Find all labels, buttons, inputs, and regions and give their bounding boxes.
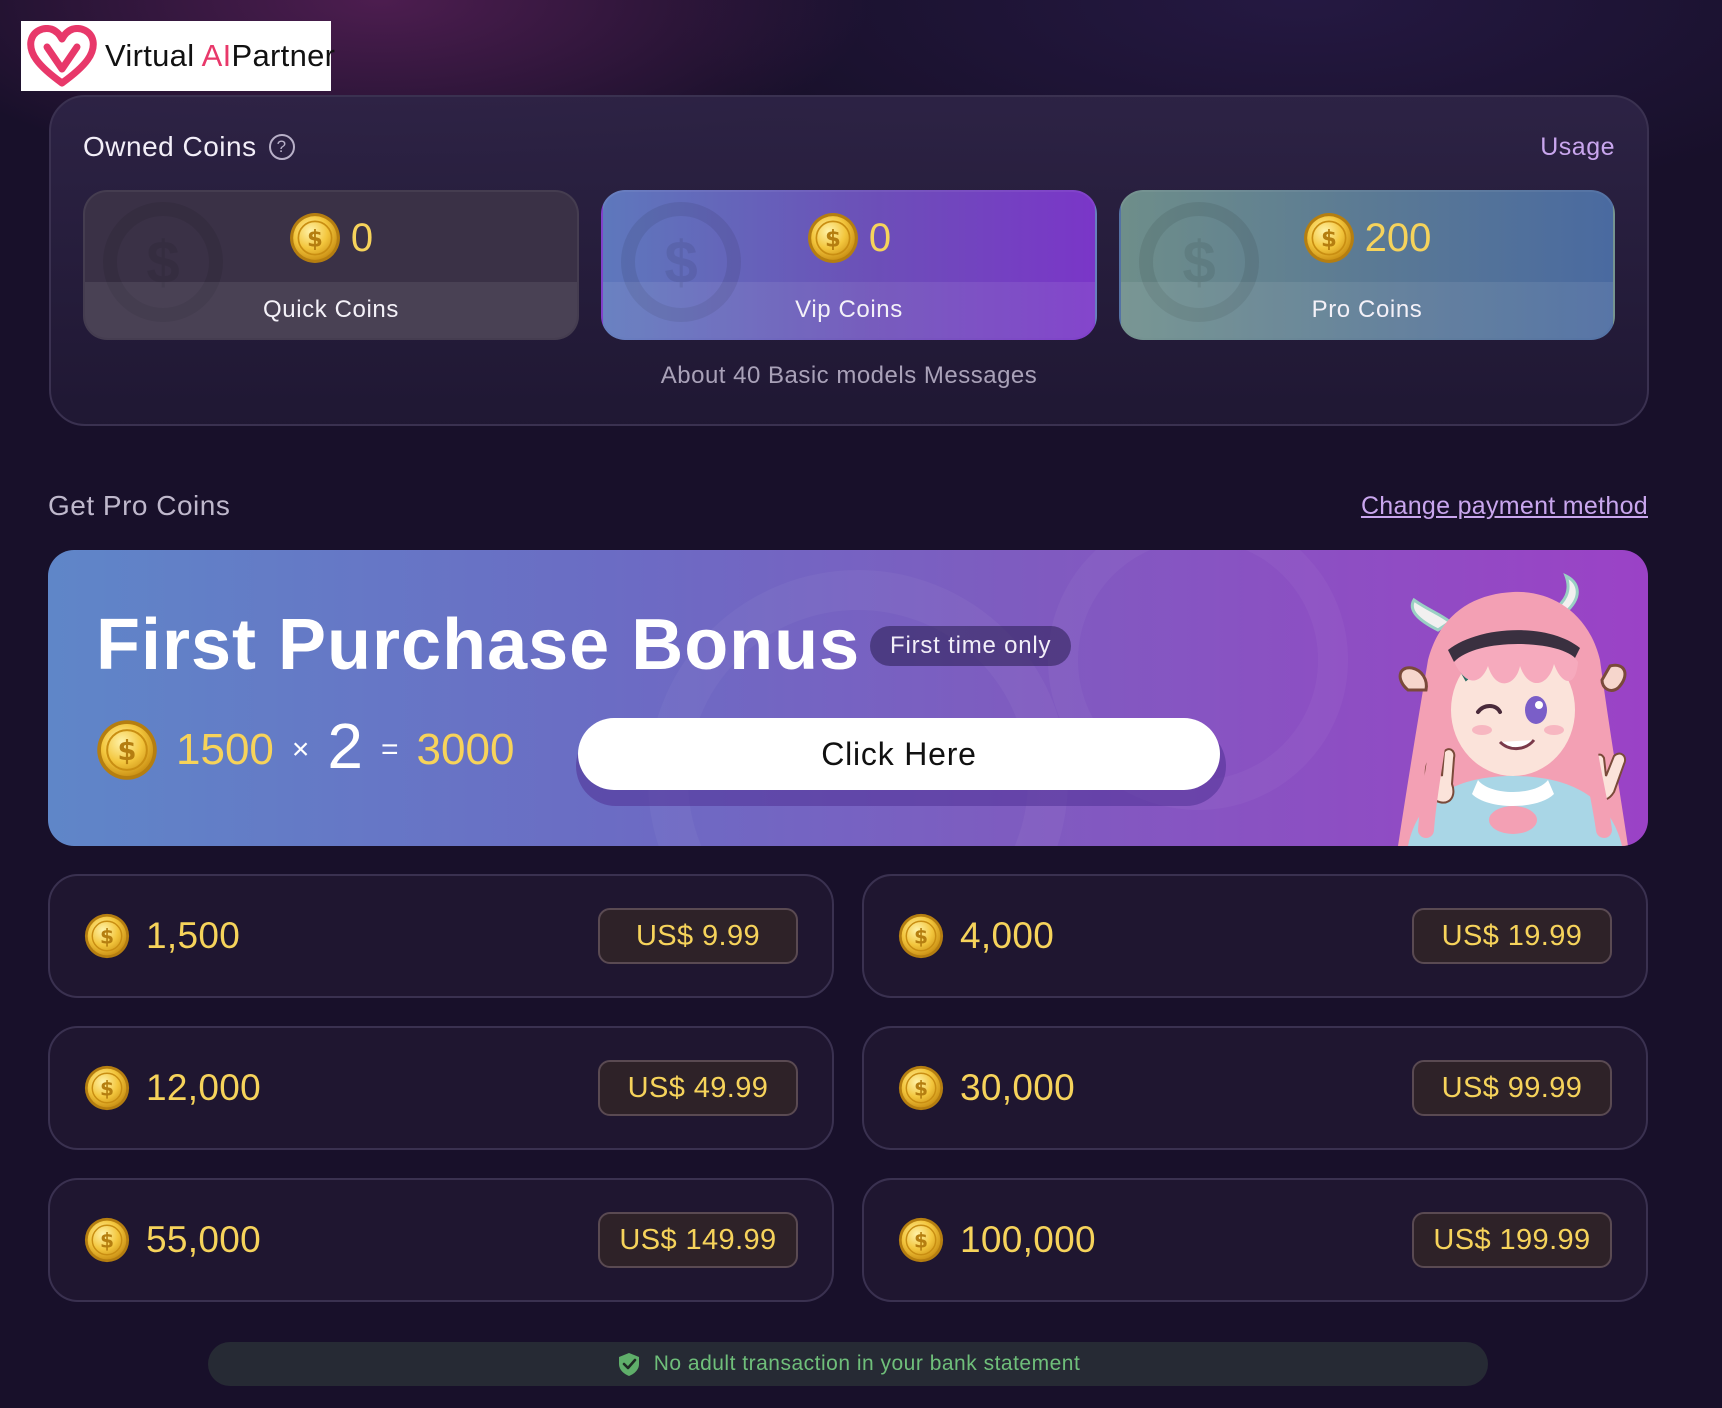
coin-package-55000[interactable]: 55,000 US$ 149.99	[48, 1178, 834, 1302]
package-price-button[interactable]: US$ 99.99	[1412, 1060, 1612, 1116]
coin-package-100000[interactable]: 100,000 US$ 199.99	[862, 1178, 1648, 1302]
times-sign: ×	[291, 733, 310, 766]
vip-coins-amount: 0	[868, 215, 892, 260]
help-icon[interactable]: ?	[268, 134, 295, 160]
coin-icon	[898, 1065, 944, 1111]
owned-coins-note: About 40 Basic models Messages	[660, 362, 1038, 389]
pro-coins-card[interactable]: $ 200 Pro Coins	[1119, 190, 1615, 340]
pro-coins-amount: 200	[1364, 215, 1432, 260]
pro-coins-label: Pro Coins	[1121, 282, 1613, 338]
get-pro-coins-title: Get Pro Coins	[48, 490, 231, 521]
coin-icon	[898, 1217, 944, 1263]
quick-coins-amount: 0	[350, 215, 374, 260]
coin-package-1500[interactable]: 1,500 US$ 9.99	[48, 874, 834, 998]
first-purchase-bonus-banner: First Purchase Bonus First time only 150…	[48, 550, 1648, 846]
coin-icon	[84, 913, 130, 959]
anime-character-illustration	[1398, 572, 1628, 846]
coin-icon	[84, 1217, 130, 1263]
package-amount: 1,500	[146, 915, 241, 956]
coin-package-30000[interactable]: 30,000 US$ 99.99	[862, 1026, 1648, 1150]
privacy-notice-text: No adult transaction in your bank statem…	[653, 1352, 1081, 1375]
package-amount: 55,000	[146, 1219, 261, 1260]
owned-coins-title: Owned Coins ?	[83, 131, 295, 163]
equals-sign: =	[381, 733, 399, 766]
brand-logo[interactable]: Virtual AIPartner	[21, 21, 335, 91]
bonus-title: First Purchase Bonus	[96, 605, 861, 685]
owned-coins-heading: Owned Coins	[83, 131, 257, 162]
first-time-badge: First time only	[870, 626, 1072, 666]
vip-coins-label: Vip Coins	[603, 282, 1095, 338]
package-amount: 100,000	[960, 1219, 1096, 1260]
privacy-notice: No adult transaction in your bank statem…	[208, 1342, 1488, 1386]
bonus-multiplier: 2	[327, 710, 364, 782]
quick-coins-card[interactable]: $ 0 Quick Coins	[83, 190, 579, 340]
package-price-button[interactable]: US$ 149.99	[598, 1212, 798, 1268]
bonus-base-amount: 1500	[176, 725, 274, 774]
shield-check-icon	[618, 1353, 639, 1376]
package-price-button[interactable]: US$ 49.99	[598, 1060, 798, 1116]
change-payment-link[interactable]: Change payment method	[1361, 492, 1648, 521]
click-here-button[interactable]: Click Here	[578, 718, 1220, 790]
bonus-result-amount: 3000	[416, 725, 515, 774]
coin-icon	[807, 212, 859, 264]
package-amount: 12,000	[146, 1067, 261, 1108]
coin-balance-cards: $ 0 Quick Coins $ 0 Vip Coins $ 200 Pro …	[83, 190, 1619, 340]
owned-coins-panel: Owned Coins ? Usage $ 0 Quick Coins $ 0 …	[49, 95, 1649, 426]
package-amount: 30,000	[960, 1067, 1075, 1108]
bonus-formula: 1500 × 2 = 3000	[96, 710, 514, 790]
coin-package-4000[interactable]: 4,000 US$ 19.99	[862, 874, 1648, 998]
coin-icon	[1303, 212, 1355, 264]
package-price-button[interactable]: US$ 19.99	[1412, 908, 1612, 964]
coin-icon	[84, 1065, 130, 1111]
vip-coins-card[interactable]: $ 0 Vip Coins	[601, 190, 1097, 340]
heart-logo-icon	[27, 25, 97, 87]
package-price-button[interactable]: US$ 199.99	[1412, 1212, 1612, 1268]
quick-coins-label: Quick Coins	[85, 282, 577, 338]
usage-link[interactable]: Usage	[1540, 133, 1615, 162]
coin-package-12000[interactable]: 12,000 US$ 49.99	[48, 1026, 834, 1150]
brand-name: Virtual AIPartner	[105, 38, 336, 73]
coin-icon	[289, 212, 341, 264]
package-amount: 4,000	[960, 915, 1055, 956]
coin-icon	[96, 719, 158, 781]
coin-icon	[898, 913, 944, 959]
package-price-button[interactable]: US$ 9.99	[598, 908, 798, 964]
